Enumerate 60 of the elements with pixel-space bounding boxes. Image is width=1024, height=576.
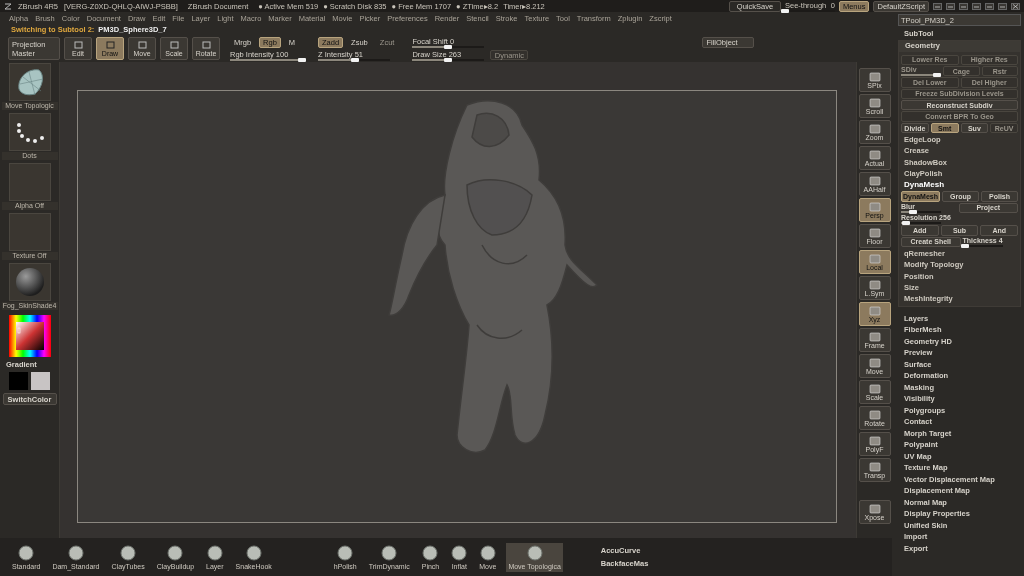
tool-icon [868,435,881,446]
close-icon [1011,2,1020,10]
brush-sphere-icon [245,544,262,561]
tool-icon [868,503,881,514]
slider-thumb[interactable] [298,57,306,62]
brush-sphere-icon [451,544,468,561]
mode-icon [169,40,179,49]
tool-icon [868,279,881,290]
brush-sphere-icon [526,544,543,561]
mode-icon [105,40,115,49]
brush-sphere-icon [381,544,398,561]
minimize-icon [985,2,994,10]
mode-icon [137,40,147,49]
subpalette-heading[interactable]: DynaMesh [901,180,944,190]
tool-icon [868,97,881,108]
brush-sphere-icon [479,544,496,561]
maximize-icon [998,2,1007,10]
window-control-icon [972,2,981,10]
slider-thumb[interactable] [780,8,789,13]
tool-icon [868,123,881,134]
brush-sphere-icon [206,544,223,561]
brush-sphere-icon [167,544,184,561]
tool-icon [868,383,881,394]
slider-thumb[interactable] [350,57,359,62]
slider-thumb[interactable] [444,57,453,62]
brush-sphere-icon [120,544,137,561]
tool-icon [868,357,881,368]
slider-thumb[interactable] [444,44,453,49]
mode-icon [73,40,83,49]
tool-icon [868,461,881,472]
tool-icon [868,149,881,160]
mode-icon [201,40,211,49]
tool-icon [868,253,881,264]
tool-icon [868,201,881,212]
color-picker [8,315,51,357]
thumbnail-tile[interactable] [8,113,51,151]
thumbnail-tile[interactable] [8,263,51,301]
brush-sphere-icon [337,544,354,561]
window-control-icon [959,2,968,10]
tool-icon [868,71,881,82]
brush-sphere-icon [18,544,35,561]
slider-thumb[interactable] [901,221,910,226]
tool-icon [868,409,881,420]
brush-sphere-icon [422,544,439,561]
slider-thumb[interactable] [909,209,917,214]
window-control-icon [946,2,955,10]
thumbnail-tile[interactable] [8,63,51,101]
tool-icon [868,227,881,238]
thumbnail-tile[interactable] [8,213,51,251]
color-swatch[interactable] [9,372,28,390]
slider-thumb[interactable] [960,243,969,248]
window-control-icon [933,2,942,10]
zbrush-logo-icon [4,2,12,10]
tool-icon [868,175,881,186]
thumbnail-tile[interactable] [8,163,51,201]
material-sphere-icon [14,267,45,297]
color-swatch[interactable] [31,372,50,390]
tool-icon [868,305,881,316]
tool-icon [868,331,881,342]
brush-sphere-icon [67,544,84,561]
